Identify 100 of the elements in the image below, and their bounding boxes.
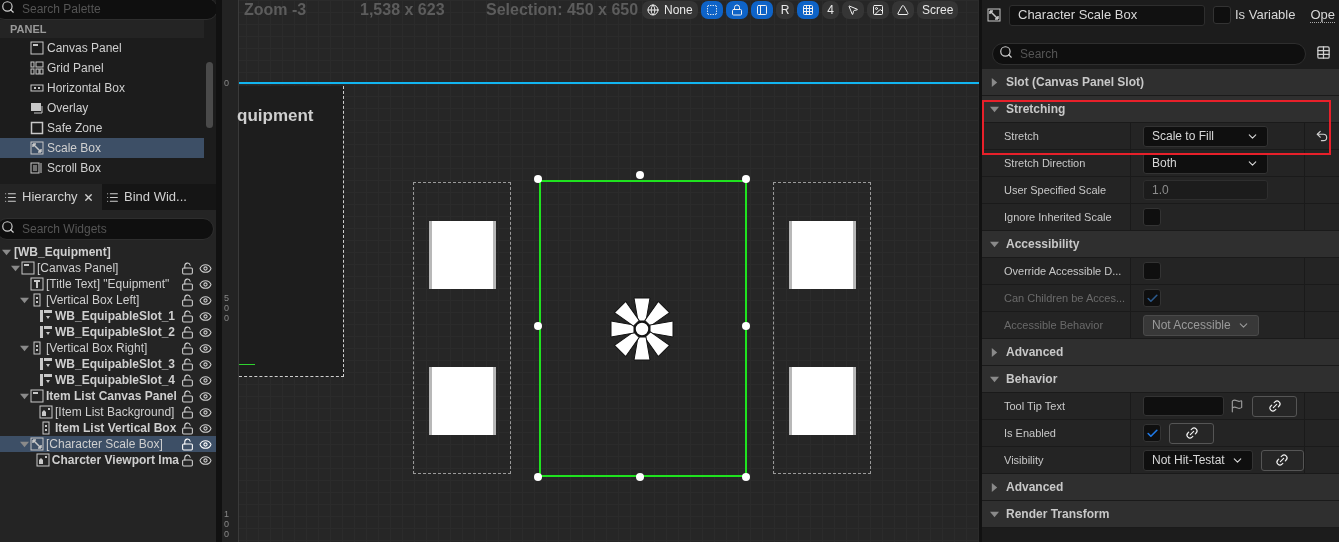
unlock-icon[interactable] (181, 341, 194, 355)
unlock-icon[interactable] (181, 405, 194, 419)
unlock-icon[interactable] (181, 389, 194, 403)
hierarchy-row[interactable]: Item List Vertical Box (0, 420, 216, 436)
toolbar-button[interactable]: None (642, 1, 698, 19)
checkbox[interactable] (1143, 424, 1161, 442)
eye-icon[interactable] (199, 325, 212, 339)
reset-arrow-icon[interactable] (1315, 129, 1329, 143)
hierarchy-row[interactable]: [Vertical Box Right] (0, 340, 216, 356)
hierarchy-row[interactable]: [Character Scale Box] (0, 436, 216, 452)
search-field[interactable]: Search Widgets (0, 218, 214, 240)
eye-icon[interactable] (199, 421, 212, 435)
resize-handle[interactable] (742, 175, 750, 183)
unlock-icon[interactable] (181, 277, 194, 291)
expanded-arrow-icon[interactable] (19, 295, 29, 305)
eye-icon[interactable] (199, 293, 212, 307)
toolbar-button[interactable]: Scree (917, 1, 959, 19)
text-field[interactable] (1143, 396, 1224, 416)
dropdown[interactable]: Not Hit-Testat (1143, 449, 1253, 471)
number-field[interactable]: 1.0 (1143, 180, 1268, 200)
hierarchy-row[interactable]: [Canvas Panel] (0, 260, 216, 276)
hierarchy-row[interactable]: WB_EquipableSlot_1 (0, 308, 216, 324)
eye-icon[interactable] (199, 309, 212, 323)
toolbar-button[interactable]: 4 (822, 1, 840, 19)
toolbar-button[interactable] (750, 1, 773, 19)
checkbox[interactable] (1213, 6, 1231, 24)
checkbox[interactable] (1143, 208, 1161, 226)
eye-icon[interactable] (199, 389, 212, 403)
toolbar-button[interactable] (725, 1, 748, 19)
unlock-icon[interactable] (181, 261, 194, 275)
expanded-arrow-icon[interactable] (990, 374, 999, 384)
expanded-arrow-icon[interactable] (19, 343, 29, 353)
expanded-arrow-icon[interactable] (990, 104, 999, 114)
eye-icon[interactable] (199, 453, 212, 467)
close-icon[interactable] (82, 191, 94, 203)
expanded-arrow-icon[interactable] (10, 263, 20, 273)
hierarchy-row[interactable]: [Vertical Box Left] (0, 292, 216, 308)
hierarchy-row[interactable]: WB_EquipableSlot_4 (0, 372, 216, 388)
unlock-icon[interactable] (181, 421, 194, 435)
unlock-icon[interactable] (181, 325, 194, 339)
toolbar-button[interactable] (797, 1, 820, 19)
search-field[interactable]: Search (992, 43, 1306, 65)
name-field[interactable]: Character Scale Box (1009, 4, 1205, 26)
hierarchy-row[interactable]: Charcter Viewport Ima (0, 452, 216, 468)
category-header[interactable]: Slot (Canvas Panel Slot) (982, 69, 1339, 96)
category-header[interactable]: Render Transform (982, 501, 1339, 528)
hierarchy-row[interactable]: WB_EquipableSlot_2 (0, 324, 216, 340)
collapsed-arrow-icon[interactable] (990, 77, 999, 87)
eye-icon[interactable] (199, 437, 212, 451)
unlock-icon[interactable] (181, 309, 194, 323)
unlock-icon[interactable] (181, 437, 194, 451)
expanded-arrow-icon[interactable] (19, 391, 29, 401)
eye-icon[interactable] (199, 357, 212, 371)
binding-button[interactable] (1260, 449, 1304, 471)
expanded-arrow-icon[interactable] (990, 509, 999, 519)
unlock-icon[interactable] (181, 373, 194, 387)
palette-item[interactable]: Overlay (0, 98, 204, 118)
panel-tab[interactable]: Hierarchy (0, 184, 102, 210)
binding-button[interactable] (1252, 395, 1297, 417)
unlock-icon[interactable] (181, 293, 194, 307)
palette-item[interactable]: Scale Box (0, 138, 204, 158)
checkbox[interactable] (1143, 262, 1161, 280)
palette-item[interactable]: Horizontal Box (0, 78, 204, 98)
resize-handle[interactable] (534, 322, 542, 330)
dropdown[interactable]: Scale to Fill (1143, 125, 1268, 147)
expanded-arrow-icon[interactable] (19, 439, 29, 449)
scrollbar-thumb[interactable] (206, 62, 213, 128)
resize-handle[interactable] (534, 175, 542, 183)
resize-handle[interactable] (742, 473, 750, 481)
dropdown[interactable]: Both (1143, 152, 1268, 174)
category-header[interactable]: Advanced (982, 339, 1339, 366)
category-header[interactable]: Stretching (982, 96, 1339, 123)
toolbar-button[interactable] (892, 1, 915, 19)
flag-icon[interactable] (1230, 399, 1244, 413)
hierarchy-row[interactable]: [WB_Equipment] (0, 244, 216, 260)
palette-item[interactable]: Scroll Box (0, 158, 204, 178)
unlock-icon[interactable] (181, 453, 194, 467)
hierarchy-row[interactable]: [Item List Background] (0, 404, 216, 420)
resize-handle[interactable] (534, 473, 542, 481)
toolbar-button[interactable] (700, 1, 723, 19)
category-header[interactable]: Advanced (982, 474, 1339, 501)
palette-item[interactable]: Grid Panel (0, 58, 204, 78)
open-link[interactable]: Ope (1310, 7, 1336, 23)
binding-button[interactable] (1169, 422, 1214, 444)
unlock-icon[interactable] (181, 357, 194, 371)
category-header[interactable]: Accessibility (982, 231, 1339, 258)
eye-icon[interactable] (199, 405, 212, 419)
collapsed-arrow-icon[interactable] (990, 482, 999, 492)
hierarchy-row[interactable]: WB_EquipableSlot_3 (0, 356, 216, 372)
hierarchy-row[interactable]: Item List Canvas Panel (0, 388, 216, 404)
eye-icon[interactable] (199, 261, 212, 275)
resize-handle[interactable] (636, 171, 644, 179)
expanded-arrow-icon[interactable] (990, 239, 999, 249)
eye-icon[interactable] (199, 277, 212, 291)
category-header[interactable]: Behavior (982, 366, 1339, 393)
resize-handle[interactable] (742, 322, 750, 330)
expanded-arrow-icon[interactable] (1, 247, 11, 257)
search-field[interactable]: Search Palette (0, 0, 216, 20)
toolbar-button[interactable]: R (775, 1, 795, 19)
table-icon[interactable] (1316, 44, 1331, 60)
